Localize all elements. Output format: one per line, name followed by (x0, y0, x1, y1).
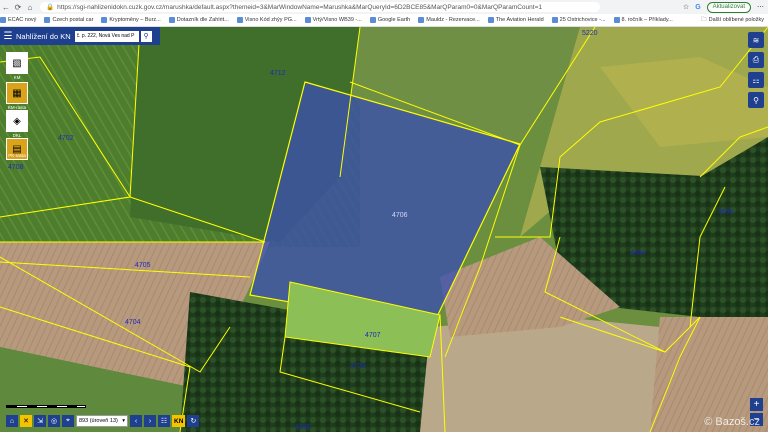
bookmark-item[interactable]: Visno Kód zhýy PG... (236, 17, 297, 23)
folder-icon: 🗀 (701, 16, 707, 23)
menu-dots-icon[interactable]: ⋯ (757, 3, 764, 11)
parcel-label[interactable]: 4702 (58, 135, 74, 142)
raster-layer-icon: ▦ (12, 87, 22, 99)
app-title: Nahlížení do KN (16, 31, 71, 41)
bookmark-item[interactable]: Mauldz - Rezervace... (418, 17, 480, 23)
bookmark-item[interactable]: Kryptoměny – Burz... (101, 17, 161, 23)
magnifier-icon[interactable]: ⚲ (748, 92, 764, 108)
bookmark-item[interactable]: 25 Ostrichovice -... (551, 17, 606, 23)
google-icon[interactable]: G (695, 4, 700, 11)
search-input[interactable] (74, 30, 139, 42)
scale-select[interactable]: 893 (úroveň 13) ▾ (76, 415, 128, 427)
bookmark-item[interactable]: ECAC nový (0, 17, 36, 23)
chevron-left-icon[interactable]: ‹ (130, 415, 142, 427)
bookmarks-folder[interactable]: 🗀 Další oblíbené položky (701, 16, 764, 25)
zoom-in-button[interactable]: + (750, 398, 763, 411)
layer-km-rasta-button[interactable]: ▦ (6, 82, 28, 104)
pin-icon[interactable]: ⌖ (62, 415, 74, 427)
bookmark-icon (168, 17, 175, 23)
parcel-label[interactable]: 4694 (630, 250, 646, 257)
kn-button[interactable]: KN (172, 415, 186, 427)
dkl-layer-icon: ◈ (13, 115, 21, 127)
bookmark-icon (304, 17, 311, 23)
bookmark-icon (487, 17, 494, 23)
print-icon[interactable]: ⎙ (748, 52, 764, 68)
parcel-label[interactable]: 4705 (135, 262, 151, 269)
search-icon[interactable]: ⚲ (140, 30, 152, 42)
orthophoto-map: 5220 4712 4702 4706 4705 4704 4707 4703 … (0, 27, 768, 432)
refresh-icon[interactable]: ⟳ (12, 3, 24, 12)
list-icon[interactable]: ☷ (158, 415, 170, 427)
map-layer-icon: ▧ (12, 57, 22, 69)
measure-icon[interactable]: ⚏ (748, 72, 764, 88)
bookmark-item[interactable]: Dotazník dle Zahlrit... (168, 17, 229, 23)
scale-select-value: 893 (úroveň 13) (79, 418, 118, 424)
bookmark-icon (44, 17, 51, 23)
bookmark-item[interactable]: Google Earth (369, 17, 410, 23)
parcel-label[interactable]: 4707 (365, 332, 381, 339)
layer-km-button[interactable]: ▧ (6, 52, 28, 74)
bookmark-item[interactable]: Vrtý/Visno WB39 -... (304, 17, 362, 23)
parcel-label[interactable]: 4696 (295, 424, 311, 431)
lock-icon: 🔒 (46, 4, 55, 11)
home-icon[interactable]: ⌂ (24, 3, 36, 12)
parcel-label[interactable]: 4703 (350, 363, 366, 370)
star-icon[interactable]: ☆ (683, 3, 689, 11)
refresh-map-icon[interactable]: ↻ (187, 415, 200, 427)
chevron-right-icon[interactable]: › (144, 415, 156, 427)
export-icon[interactable]: ⇲ (34, 415, 46, 427)
layer-pk-rasta-label: PK-rasta (8, 153, 26, 158)
parcel-label[interactable]: 4704 (125, 319, 141, 326)
bookmark-icon (101, 17, 108, 23)
watermark: © Bazoš.cz (704, 416, 760, 428)
scale-bar (6, 405, 86, 408)
close-icon[interactable]: ✕ (20, 415, 32, 427)
bookmark-item[interactable]: 8. ročník – Příklady... (613, 17, 673, 23)
bookmarks-bar: ECAC nový Czech postal car Kryptoměny – … (0, 14, 768, 27)
parcel-label[interactable]: 4708 (8, 164, 24, 171)
home-map-icon[interactable]: ⌂ (6, 415, 18, 427)
update-button[interactable]: Aktualizovat (706, 1, 751, 13)
parcel-label[interactable]: 4695 (718, 209, 734, 216)
parcel-label[interactable]: 4706 (392, 212, 408, 219)
layers-stack-icon[interactable]: ≋ (748, 32, 764, 48)
bookmark-icon (369, 17, 376, 23)
bottom-toolbar: ⌂ ✕ ⇲ ◎ ⌖ 893 (úroveň 13) ▾ ‹ › ☷ KN ↻ (6, 414, 200, 428)
layer-dkl-button[interactable]: ◈ (6, 110, 28, 132)
address-bar[interactable]: 🔒 https://sgi-nahlizenidokn.cuzk.gov.cz/… (40, 2, 600, 12)
bookmark-icon (418, 17, 425, 23)
parcel-label[interactable]: 4712 (270, 70, 286, 77)
back-icon[interactable]: ← (0, 3, 12, 12)
bookmark-icon (613, 17, 620, 23)
chevron-down-icon: ▾ (122, 418, 125, 424)
hamburger-menu-icon[interactable]: ☰ (0, 27, 16, 45)
bookmark-item[interactable]: Czech postal car (44, 17, 93, 23)
browser-toolbar: ← ⟳ ⌂ 🔒 https://sgi-nahlizenidokn.cuzk.g… (0, 0, 768, 14)
url-text: https://sgi-nahlizenidokn.cuzk.gov.cz/ma… (57, 3, 542, 11)
bookmark-icon (551, 17, 558, 23)
app-header: ☰ Nahlížení do KN ⚲ (0, 27, 160, 45)
locate-icon[interactable]: ◎ (48, 415, 60, 427)
parcel-label[interactable]: 5220 (582, 30, 598, 37)
layer-km-label: KM (13, 75, 21, 80)
bookmark-icon (236, 17, 243, 23)
bookmark-item[interactable]: The Aviation Herald (487, 17, 544, 23)
map-canvas[interactable]: 5220 4712 4702 4706 4705 4704 4707 4703 … (0, 27, 768, 432)
bookmark-icon (0, 17, 6, 23)
